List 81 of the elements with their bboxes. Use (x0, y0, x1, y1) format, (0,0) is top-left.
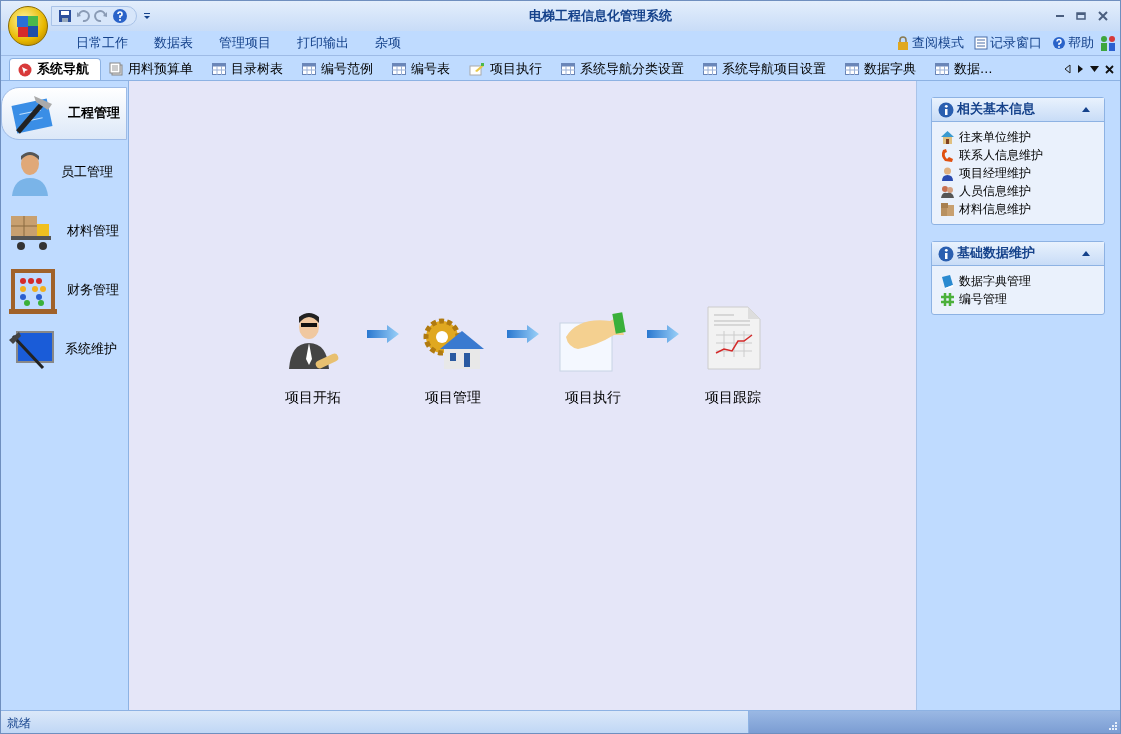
table-icon (212, 63, 226, 75)
collapse-caret-icon[interactable] (1082, 251, 1090, 256)
menu-item[interactable]: 管理项目 (206, 33, 284, 53)
flow-step[interactable]: 项目跟踪 (682, 302, 783, 409)
info-icon (938, 101, 954, 118)
tab[interactable]: 数据… (927, 58, 1004, 80)
tab[interactable]: 项目执行 (461, 58, 553, 80)
customize-caret-icon[interactable] (143, 12, 151, 20)
tab[interactable]: 编号表 (384, 58, 461, 80)
table-icon (703, 63, 717, 75)
resize-grip-icon[interactable] (1107, 720, 1117, 730)
person-icon (940, 165, 955, 181)
toolbar-link[interactable]: 记录窗口 (972, 33, 1044, 53)
panel-link[interactable]: 材料信息维护 (940, 200, 1096, 218)
panel-link[interactable]: 往来单位维护 (940, 128, 1096, 146)
tab[interactable]: 编号范例 (294, 58, 384, 80)
close-icon[interactable] (1105, 64, 1114, 74)
help-icon[interactable] (112, 8, 128, 24)
users-icon[interactable] (1099, 34, 1117, 52)
person-icon (9, 149, 51, 196)
tab[interactable]: 数据字典 (837, 58, 927, 80)
table-icon (302, 63, 316, 75)
menu-item[interactable]: 杂项 (362, 33, 414, 53)
minimize-icon (1056, 15, 1064, 17)
compass-icon (18, 62, 32, 77)
info-icon (938, 245, 954, 262)
panel-header[interactable]: 相关基本信息 (932, 98, 1104, 122)
tab[interactable]: 系统导航 (9, 58, 101, 80)
panel-link[interactable]: 人员信息维护 (940, 182, 1096, 200)
app-logo[interactable] (8, 6, 48, 46)
abacus-icon (9, 266, 57, 315)
note-icon (469, 62, 485, 76)
right-arrow-icon (506, 325, 539, 343)
panel-link[interactable]: 联系人信息维护 (940, 146, 1096, 164)
boxes-icon (940, 201, 955, 217)
save-icon[interactable] (58, 9, 72, 23)
tab[interactable]: 系统导航分类设置 (553, 58, 695, 80)
sidebar-item[interactable]: 工程管理 (1, 87, 127, 140)
tab[interactable]: 系统导航项目设置 (695, 58, 837, 80)
menu-item[interactable]: 日常工作 (63, 33, 141, 53)
table-icon (392, 63, 406, 75)
flow-step[interactable]: 项目开拓 (262, 302, 363, 409)
sidebar-item[interactable]: 材料管理 (1, 205, 127, 258)
hand-paper-icon (557, 309, 628, 373)
lock-icon (896, 36, 910, 50)
phone-icon (940, 147, 955, 163)
list-icon (974, 36, 988, 50)
menu-item[interactable]: 数据表 (141, 33, 206, 53)
table-icon (561, 63, 575, 75)
dropdown-caret-icon[interactable] (1090, 66, 1099, 72)
sidebar-item[interactable]: 员工管理 (1, 146, 127, 199)
hash-icon (940, 291, 955, 307)
collapse-caret-icon[interactable] (1082, 107, 1090, 112)
help-icon (1052, 36, 1066, 50)
right-arrow-icon (366, 325, 399, 343)
flow-step[interactable]: 项目执行 (542, 302, 643, 409)
toolbar-link[interactable]: 查阅模式 (894, 33, 966, 53)
right-arrow-icon (646, 325, 679, 343)
sidebar-item[interactable]: 财务管理 (1, 264, 127, 317)
close-icon (1098, 11, 1108, 21)
sidebar-item[interactable]: 系统维护 (1, 323, 127, 376)
panel-header[interactable]: 基础数据维护 (932, 242, 1104, 266)
people-icon (940, 183, 955, 199)
panel-link[interactable]: 项目经理维护 (940, 164, 1096, 182)
hammer-monitor-icon (9, 329, 55, 370)
table-icon (935, 63, 949, 75)
scroll-left-icon[interactable] (1064, 64, 1071, 74)
tab[interactable]: 用料预算单 (101, 58, 204, 80)
maximize-icon (1076, 11, 1086, 21)
panel-link[interactable]: 编号管理 (940, 290, 1096, 308)
cubes-icon (15, 13, 41, 39)
tab[interactable]: 目录树表 (204, 58, 294, 80)
house-icon (940, 129, 955, 145)
scroll-right-icon[interactable] (1077, 64, 1084, 74)
flow-step[interactable]: 项目管理 (402, 302, 503, 409)
toolbar-link[interactable]: 帮助 (1050, 33, 1096, 53)
panel-link[interactable]: 数据字典管理 (940, 272, 1096, 290)
window-title: 电梯工程信息化管理系统 (528, 7, 673, 26)
table-icon (845, 63, 859, 75)
menu-item[interactable]: 打印输出 (284, 33, 362, 53)
documents-icon (109, 62, 123, 76)
